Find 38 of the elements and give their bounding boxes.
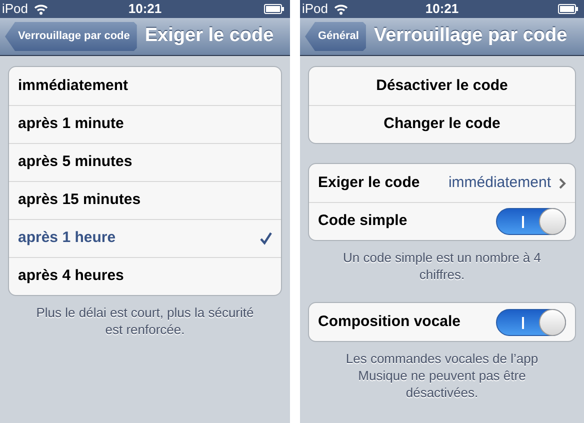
- clock-time: 10:21: [425, 0, 459, 18]
- setting-label: Exiger le code: [318, 172, 421, 193]
- setting-label: Code simple: [318, 211, 408, 232]
- option-label: immédiatement: [18, 76, 130, 96]
- option-row[interactable]: après 1 minute: [9, 105, 281, 143]
- wifi-icon: [334, 4, 348, 14]
- wifi-icon: [34, 4, 48, 14]
- chevron-icon: [559, 178, 566, 188]
- option-row[interactable]: après 15 minutes: [9, 181, 281, 219]
- footer-note: Les commandes vocales de l’app Musique ne peuvent pas être désactivées.: [344, 350, 540, 401]
- option-row[interactable]: immédiatement: [9, 67, 281, 105]
- setting-row[interactable]: Exiger le code immédiatement: [309, 164, 575, 202]
- carrier-label: iPod: [302, 0, 328, 18]
- footer-note: Plus le délai est court, plus la sécurité est renforcée.: [35, 304, 255, 338]
- screen-title: Verrouillage par code: [374, 24, 568, 48]
- back-button[interactable]: Verrouillage par code: [5, 22, 137, 51]
- clock-time: 10:21: [128, 0, 162, 18]
- toggle-switch[interactable]: [496, 208, 566, 235]
- toggle-switch[interactable]: [496, 308, 566, 336]
- option-label: après 1 heure: [18, 228, 117, 248]
- checkmark-icon: [260, 232, 272, 245]
- back-button[interactable]: Général: [305, 22, 366, 51]
- action-button[interactable]: Désactiver le code: [376, 74, 508, 98]
- option-row[interactable]: après 1 heure: [9, 219, 281, 257]
- option-label: après 4 heures: [18, 266, 125, 286]
- action-button[interactable]: Changer le code: [384, 113, 500, 136]
- option-row[interactable]: après 4 heures: [9, 257, 281, 295]
- setting-label: Composition vocale: [318, 312, 462, 332]
- battery-icon: [264, 4, 284, 14]
- carrier-label: iPod: [2, 0, 28, 18]
- footer-note: Un code simple est un nombre à 4 chiffres.: [342, 249, 542, 283]
- option-row[interactable]: après 5 minutes: [9, 143, 281, 181]
- battery-icon: [558, 4, 578, 14]
- screen-title: Exiger le code: [144, 24, 274, 48]
- option-label: après 5 minutes: [18, 152, 134, 172]
- option-label: après 1 minute: [18, 114, 125, 134]
- setting-value: immédiatement: [448, 172, 551, 193]
- option-label: après 15 minutes: [18, 190, 142, 210]
